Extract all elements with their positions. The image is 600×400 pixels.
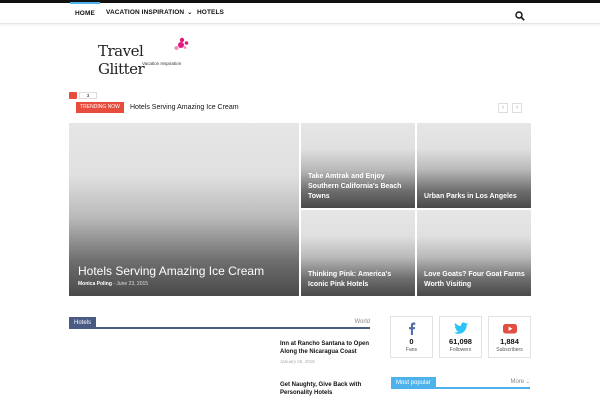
social-counter-youtube[interactable]: 1,884 Subscribers [488,316,531,358]
more-dropdown[interactable]: More ⌄ [510,377,530,387]
youtube-icon [502,324,517,334]
nav-hotels[interactable]: HOTELS [197,3,224,24]
trending-label: TRENDING NOW [76,102,124,113]
featured-tile-title[interactable]: Thinking Pink: America's Iconic Pink Hot… [308,270,409,290]
chevron-down-icon: ⌄ [525,379,530,385]
twitter-count: 61,098 [449,337,472,346]
more-label: More [510,379,525,385]
featured-grid: Hotels Serving Amazing Ice Cream Monica … [69,123,531,296]
post-title-link[interactable]: Inn at Rancho Santana to Open Along the … [280,340,375,356]
like-button[interactable] [69,92,77,99]
most-popular-header: Most popular More ⌄ [391,377,530,389]
author-name[interactable]: Monica Poling [78,281,112,287]
featured-big-tile[interactable]: Hotels Serving Amazing Ice Cream Monica … [69,123,299,296]
chevron-down-icon: ⌄ [187,10,193,16]
featured-tile[interactable]: Urban Parks in Los Angeles [417,123,531,208]
post-date: June 23, 2015 [116,281,149,287]
most-popular-tab[interactable]: Most popular [391,377,436,389]
facebook-label: Fans [405,347,418,353]
facebook-icon [408,322,415,335]
featured-tile[interactable]: Love Goats? Four Goat Farms Worth Visiti… [417,210,531,296]
featured-big-meta: Monica Poling - June 23, 2015 [78,281,149,287]
facebook-count: 0 [409,337,414,346]
nav-vacation-inspiration[interactable]: VACATION INSPIRATION ⌄ [106,3,192,24]
main-nav: HOME VACATION INSPIRATION ⌄ HOTELS [0,2,600,24]
nav-vacation-label: VACATION INSPIRATION [106,9,185,16]
logo-tagline: Vacation Inspiration [142,61,182,66]
logo-name: Travel Glitter [98,42,145,78]
list-item: Get Naughty, Give Back with Personality … [280,381,375,397]
search-icon[interactable] [515,8,525,21]
site-logo[interactable]: Travel Glitter Vacation Inspiration [98,36,193,78]
twitter-label: Followers [449,347,472,353]
featured-tile-title[interactable]: Take Amtrak and Enjoy Southern Californi… [308,172,409,202]
like-count: 3 [79,92,97,99]
list-item: Inn at Rancho Santana to Open Along the … [280,340,375,364]
youtube-count: 1,884 [500,337,519,346]
nav-home[interactable]: HOME [70,2,100,24]
featured-big-title[interactable]: Hotels Serving Amazing Ice Cream [78,264,293,278]
block-tab-hotels[interactable]: Hotels [69,317,97,329]
post-title-link[interactable]: Get Naughty, Give Back with Personality … [280,381,375,397]
trending-prev-button[interactable]: ‹ [498,103,508,113]
featured-tile[interactable]: Take Amtrak and Enjoy Southern Californi… [301,123,415,208]
trending-title-link[interactable]: Hotels Serving Amazing Ice Cream [130,102,239,113]
post-date: January 26, 2015 [280,359,315,364]
featured-tile-title[interactable]: Love Goats? Four Goat Farms Worth Visiti… [424,270,525,290]
trending-next-button[interactable]: › [512,103,522,113]
featured-tile[interactable]: Thinking Pink: America's Iconic Pink Hot… [301,210,415,296]
twitter-icon [453,322,468,334]
youtube-label: Subscribers [496,347,523,353]
hotels-block-header: Hotels World [69,317,370,329]
featured-tile-title[interactable]: Urban Parks in Los Angeles [424,192,525,202]
block-filter-world[interactable]: World [354,317,370,327]
social-counter-twitter[interactable]: 61,098 Followers [439,316,482,358]
social-counter-facebook[interactable]: 0 Fans [390,316,433,358]
